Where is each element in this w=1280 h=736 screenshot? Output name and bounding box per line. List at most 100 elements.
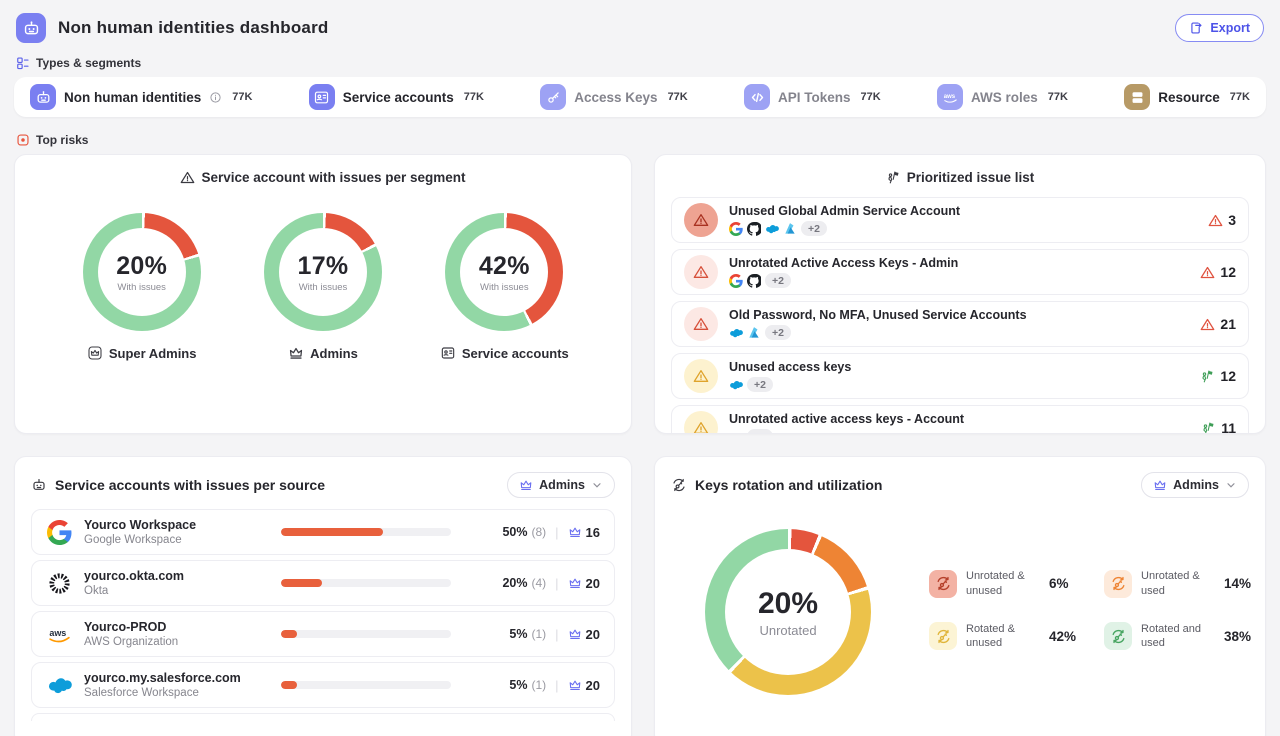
source-list-item[interactable]: aws Yourco-PROD AWS Organization 5% (1) …: [31, 611, 615, 657]
legend-item: Rotated and used 38%: [1104, 622, 1251, 651]
warning-triangle-icon: [1200, 317, 1215, 332]
google-logo: [47, 520, 72, 545]
source-list-item[interactable]: yourco.my.salesforce.com Salesforce Work…: [31, 662, 615, 708]
issue-list-item[interactable]: Unrotated Active Access Keys - Admin +2 …: [671, 249, 1249, 295]
key-rotation-icon: [935, 628, 952, 645]
more-providers-badge: +2: [765, 273, 791, 288]
robot-app-icon: [16, 13, 46, 43]
segment-filter-dropdown[interactable]: Admins: [1141, 472, 1249, 498]
export-icon: [1189, 21, 1203, 35]
progress-fill: [281, 528, 383, 536]
keys-rotation-body: 20% Unrotated Unrotated & unused 6% Unro…: [655, 507, 1265, 695]
warning-triangle-icon: [693, 316, 709, 332]
segment-label: Service accounts: [440, 345, 569, 361]
legend-label: Rotated and used: [1141, 622, 1211, 651]
type-segment-item[interactable]: aws AWS roles 77K: [937, 84, 1068, 110]
issue-list-item[interactable]: Unused access keys +2 12: [671, 353, 1249, 399]
issues-count: (8): [531, 525, 546, 539]
segment-label-text: Service accounts: [462, 346, 569, 361]
type-label: Non human identities: [64, 90, 201, 105]
source-name: Yourco Workspace: [84, 518, 269, 532]
source-list-item[interactable]: yourco.okta.com Okta 20% (4) | 20: [31, 560, 615, 606]
type-label: Service accounts: [343, 90, 454, 105]
legend-item: Unrotated & unused 6%: [929, 569, 1076, 598]
admin-count-value: 20: [586, 627, 600, 642]
crown-icon: [1153, 478, 1167, 492]
type-segment-item[interactable]: Non human identities 77K: [30, 84, 252, 110]
issue-count: 21: [1200, 316, 1236, 332]
robot-icon: [30, 84, 56, 110]
filter-value: Admins: [539, 478, 585, 492]
top-risks-text: Top risks: [36, 133, 88, 147]
source-names: Yourco Workspace Google Workspace: [84, 518, 269, 546]
flag-person-icon: [886, 170, 901, 185]
segment-filter-dropdown[interactable]: Admins: [507, 472, 615, 498]
types-and-segments-label: Types & segments: [0, 52, 1280, 77]
salesforce-icon: [729, 378, 743, 392]
azure-icon: [747, 326, 761, 340]
segment-donut: 17% With issues: [264, 213, 382, 331]
crown-icon: [568, 576, 582, 590]
progress-fill: [281, 579, 322, 587]
issues-percent: 20%: [502, 576, 527, 590]
key-rotation-icon: [929, 570, 957, 598]
legend-label: Rotated & unused: [966, 622, 1036, 651]
legend-value: 14%: [1224, 576, 1251, 591]
issue-list-item[interactable]: Old Password, No MFA, Unused Service Acc…: [671, 301, 1249, 347]
salesforce-icon: [729, 430, 743, 434]
key-icon: [540, 84, 566, 110]
severity-icon: [684, 255, 718, 289]
key-rotation-icon: [935, 575, 952, 592]
source-names: Yourco-PROD AWS Organization: [84, 620, 269, 648]
issue-count: 11: [1201, 420, 1236, 434]
legend-label: Unrotated & unused: [966, 569, 1036, 598]
issues-percent: 50%: [502, 525, 527, 539]
legend-value: 38%: [1224, 629, 1251, 644]
type-count: 77K: [464, 91, 484, 103]
azure-icon: [783, 222, 797, 236]
type-segment-item[interactable]: API Tokens 77K: [744, 84, 881, 110]
type-label: API Tokens: [778, 90, 851, 105]
admin-count-value: 16: [586, 525, 600, 540]
type-segment-item[interactable]: Service accounts 77K: [309, 84, 484, 110]
source-logo: [46, 519, 72, 545]
flag-person-icon: [1200, 369, 1215, 384]
more-providers-badge: +2: [801, 221, 827, 236]
severity-icon: [684, 411, 718, 434]
issue-list-item[interactable]: Unrotated active access keys - Account +…: [671, 405, 1249, 434]
issue-title: Unused access keys: [729, 360, 851, 374]
crown-icon: [568, 678, 582, 692]
top-bar: Non human identities dashboard Export: [0, 0, 1280, 52]
source-type: Salesforce Workspace: [84, 687, 269, 699]
admin-count-value: 20: [586, 678, 600, 693]
source-type: AWS Organization: [84, 636, 269, 648]
crown-icon: [288, 345, 304, 361]
segment-label-text: Super Admins: [109, 346, 197, 361]
type-segment-item[interactable]: Resource 77K: [1124, 84, 1250, 110]
awswhite-icon: aws: [937, 84, 963, 110]
issue-info: Unused Global Admin Service Account +2: [729, 204, 960, 236]
type-count: 77K: [861, 91, 881, 103]
robot-icon: [31, 477, 47, 493]
source-list: Yourco Workspace Google Workspace 50% (8…: [15, 507, 631, 721]
warning-triangle-icon: [693, 420, 709, 434]
sources-panel: Service accounts with issues per source …: [14, 456, 632, 736]
panel-title-text: Prioritized issue list: [907, 170, 1035, 185]
source-name: yourco.my.salesforce.com: [84, 671, 269, 685]
warning-triangle-icon: [180, 170, 195, 185]
donut-percent: 20%: [758, 587, 818, 621]
export-button[interactable]: Export: [1175, 14, 1264, 42]
admin-count: 16: [568, 525, 600, 540]
crown-icon: [519, 478, 533, 492]
legend-item: Unrotated & used 14%: [1104, 569, 1251, 598]
donut-center: 20% Unrotated: [725, 549, 851, 675]
donut-percent: 42%: [479, 252, 530, 281]
issue-list-item[interactable]: Unused Global Admin Service Account +2 3: [671, 197, 1249, 243]
db-icon: [1124, 84, 1150, 110]
keys-rotation-panel: Keys rotation and utilization Admins 20%…: [654, 456, 1266, 736]
key-rotation-icon: [1104, 622, 1132, 650]
panel-title: Prioritized issue list: [655, 155, 1265, 185]
severity-icon: [684, 359, 718, 393]
source-list-item[interactable]: Yourco Workspace Google Workspace 50% (8…: [31, 509, 615, 555]
type-segment-item[interactable]: Access Keys 77K: [540, 84, 688, 110]
